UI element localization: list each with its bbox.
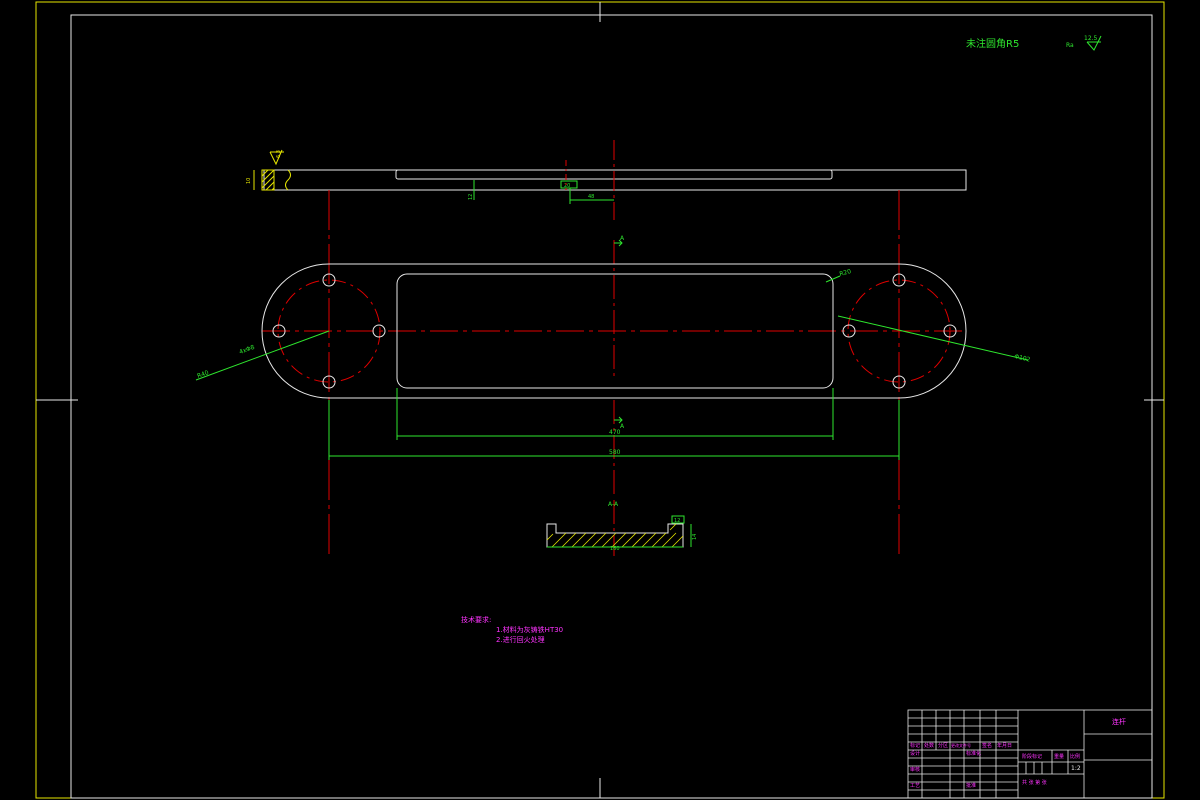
side-height-dim: 10 — [246, 178, 252, 184]
section-view: A-A 160 14 12 — [546, 501, 698, 552]
section-mark-top: A — [620, 235, 625, 242]
weight-label: 重量 — [1054, 753, 1064, 760]
section-title: A-A — [608, 501, 619, 508]
tb-row0-c5: 年月日 — [997, 742, 1012, 749]
tech-item-1: 1.材料为灰铸铁HT30 — [496, 625, 563, 634]
radius-corner-label: R20 — [839, 268, 852, 278]
section-width-dim: 160 — [610, 546, 620, 552]
tb-row0-c3: 更改文件号 — [951, 742, 971, 748]
section-lip-dim: 12 — [674, 518, 680, 524]
tb-row2-c0: 审核 — [910, 766, 920, 773]
groove-width-dim: 20 — [564, 183, 570, 189]
header-note: 未注圆角R5 — [966, 37, 1019, 50]
tb-row0-c2: 分区 — [938, 742, 948, 749]
hole-label: 4xΦ8 — [238, 344, 256, 356]
scale-value: 1:2 — [1071, 765, 1081, 772]
scale-label: 比例 — [1070, 753, 1080, 760]
groove-depth-dim: 12 — [468, 194, 474, 200]
side-view-bar — [263, 169, 967, 191]
break-line — [285, 169, 291, 191]
outer-frame — [35, 1, 1165, 799]
stage-label: 阶段标记 — [1022, 753, 1042, 760]
section-mark-bottom: A — [620, 423, 625, 430]
section-height-dim: 14 — [692, 534, 698, 540]
tech-item-2: 2.进行回火处理 — [496, 635, 545, 644]
sheet-info: 共 张 第 张 — [1022, 779, 1047, 786]
section-hatch — [546, 523, 684, 548]
centerlines — [262, 140, 966, 556]
slot-length-dim: 470 — [609, 429, 621, 436]
center-distance-dim: 580 — [609, 449, 621, 456]
offset-dim: 48 — [588, 194, 594, 200]
part-name: 连杆 — [1112, 717, 1126, 726]
header-roughness-prefix: Ra — [1066, 42, 1074, 49]
tb-row0-c0: 标记 — [910, 742, 920, 749]
tb-row3-c0: 工艺 — [910, 783, 920, 789]
leader-bolt-circle — [837, 315, 1029, 361]
radius-outer-label: R40 — [196, 369, 210, 380]
plan-dimensions — [195, 239, 1029, 460]
cad-drawing: 未注圆角R5 Ra 12.5 10 6.3 12 20 48 A A R40 4… — [35, 1, 1165, 799]
header-roughness-value: 12.5 — [1084, 35, 1098, 42]
bolt-circle-label: Φ102 — [1014, 353, 1032, 364]
inner-frame — [70, 14, 1153, 799]
tb-row3-c2: 批准 — [966, 782, 976, 789]
tb-row0-c1: 处数 — [924, 742, 934, 749]
side-roughness-value: 6.3 — [276, 150, 282, 158]
tb-row1-c0: 设计 — [910, 750, 920, 757]
side-view: 10 6.3 12 20 48 — [246, 149, 967, 204]
tb-row0-c4: 签名 — [982, 742, 992, 749]
tb-row1-c2: 标准化 — [966, 750, 981, 757]
tech-title: 技术要求: — [461, 615, 491, 624]
